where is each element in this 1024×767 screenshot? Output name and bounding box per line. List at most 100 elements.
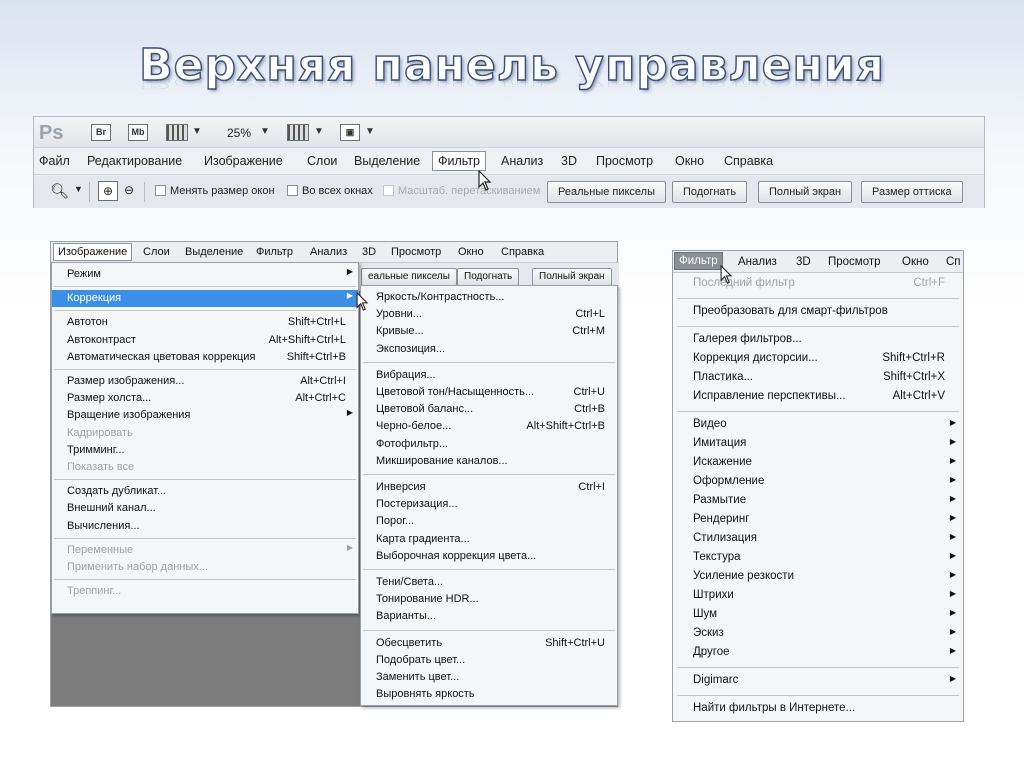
menu-item[interactable]: Шум ▶	[673, 606, 963, 624]
menu-item[interactable]: Усиление резкости ▶	[673, 568, 963, 586]
menu-view[interactable]: Просмотр	[828, 256, 881, 268]
menu-item[interactable]: Тримминг...	[52, 442, 358, 459]
arrange-documents-icon[interactable]	[287, 124, 309, 141]
menu-item[interactable]: Digimarc ▶	[673, 672, 963, 690]
menu-select[interactable]: Выделение	[185, 246, 243, 258]
menu-item[interactable]: Искажение ▶	[673, 454, 963, 472]
menu-item[interactable]: Размер холста... Alt+Ctrl+C	[52, 390, 358, 407]
menu-item[interactable]: Найти фильтры в Интернете...	[673, 700, 963, 718]
chevron-down-icon[interactable]: ▼	[192, 126, 202, 137]
actual-pixels-button[interactable]: еальные пикселы	[361, 268, 457, 286]
menu-edit[interactable]: Редактирование	[87, 154, 182, 168]
menu-window[interactable]: Окно	[902, 256, 929, 268]
zoom-in-icon[interactable]: ⊕	[98, 181, 118, 201]
menu-item[interactable]: Автотон Shift+Ctrl+L	[52, 314, 358, 331]
menu-item[interactable]: Карта градиента...	[361, 531, 617, 548]
menu-3d[interactable]: 3D	[362, 246, 376, 258]
menu-window[interactable]: Окно	[458, 246, 484, 258]
screen-mode-icon[interactable]: ▣	[340, 124, 360, 141]
menu-item[interactable]: Микширование каналов...	[361, 453, 617, 470]
menu-item[interactable]: Размер изображения... Alt+Ctrl+I	[52, 373, 358, 390]
menu-select[interactable]: Выделение	[354, 154, 420, 168]
menu-item[interactable]: Имитация ▶	[673, 435, 963, 453]
menu-item[interactable]: Подобрать цвет...	[361, 652, 617, 669]
menu-item[interactable]: Обесцветить Shift+Ctrl+U	[361, 635, 617, 652]
menu-analysis[interactable]: Анализ	[310, 246, 347, 258]
menu-help[interactable]: Справка	[724, 154, 773, 168]
menu-image[interactable]: Изображение	[204, 154, 283, 168]
menu-item[interactable]: Цветовой тон/Насыщенность... Ctrl+U	[361, 384, 617, 401]
menu-item[interactable]: Видео ▶	[673, 416, 963, 434]
menu-item[interactable]: Инверсия Ctrl+I	[361, 479, 617, 496]
menu-filter[interactable]: Фильтр	[432, 151, 486, 171]
menu-item[interactable]: Вращение изображения ▶	[52, 407, 358, 424]
menu-item[interactable]: Уровни... Ctrl+L	[361, 306, 617, 323]
menu-filter[interactable]: Фильтр	[674, 252, 723, 270]
menu-item[interactable]: Автоконтраст Alt+Shift+Ctrl+L	[52, 332, 358, 349]
chevron-down-icon[interactable]: ▼	[260, 126, 270, 137]
menu-item[interactable]: Тени/Света...	[361, 574, 617, 591]
menu-item[interactable]: Выборочная коррекция цвета...	[361, 548, 617, 565]
menu-filter[interactable]: Фильтр	[256, 246, 293, 258]
menu-analysis[interactable]: Анализ	[738, 256, 777, 268]
full-screen-button[interactable]: Полный экран	[758, 181, 853, 203]
zoom-level[interactable]: 25%	[227, 126, 251, 140]
zoom-tool-icon[interactable]: 🔍︎	[50, 182, 69, 200]
menu-analysis[interactable]: Анализ	[501, 154, 543, 168]
chevron-down-icon[interactable]: ▼	[74, 184, 83, 194]
menu-3d[interactable]: 3D	[561, 154, 577, 168]
menu-item[interactable]: Текстура ▶	[673, 549, 963, 567]
scrubby-zoom-checkbox[interactable]: Масштаб. перетаскиванием	[383, 185, 540, 197]
menu-item[interactable]: Штрихи ▶	[673, 587, 963, 605]
full-screen-button[interactable]: Полный экран	[532, 268, 612, 286]
fit-screen-button[interactable]: Подогнать	[457, 268, 520, 286]
menu-item[interactable]: Черно-белое... Alt+Shift+Ctrl+B	[361, 418, 617, 435]
menu-item[interactable]: Выровнять яркость	[361, 686, 617, 703]
menu-item[interactable]: Вибрация...	[361, 367, 617, 384]
chevron-down-icon[interactable]: ▼	[365, 126, 375, 137]
menu-item[interactable]: Вычисления...	[52, 518, 358, 535]
menu-item[interactable]: Эскиз ▶	[673, 625, 963, 643]
actual-pixels-button[interactable]: Реальные пикселы	[547, 181, 667, 203]
menu-item[interactable]: Размытие ▶	[673, 492, 963, 510]
menu-item[interactable]: Стилизация ▶	[673, 530, 963, 548]
all-windows-checkbox[interactable]: Во всех окнах	[287, 185, 373, 197]
chevron-down-icon[interactable]: ▼	[314, 126, 324, 137]
bridge-button[interactable]: Br	[91, 124, 111, 141]
menu-item[interactable]: Исправление перспективы... Alt+Ctrl+V	[673, 388, 963, 406]
menu-item[interactable]: Режим ▶	[52, 266, 358, 283]
menu-item[interactable]: Экспозиция...	[361, 341, 617, 358]
menu-item[interactable]: Внешний канал...	[52, 500, 358, 517]
resize-windows-checkbox[interactable]: Менять размер окон	[155, 185, 275, 197]
print-size-button[interactable]: Размер оттиска	[861, 181, 963, 203]
menu-item[interactable]: Автоматическая цветовая коррекция Shift+C…	[52, 349, 358, 366]
menu-file[interactable]: Файл	[39, 154, 70, 168]
menu-view[interactable]: Просмотр	[596, 154, 653, 168]
menu-view[interactable]: Просмотр	[391, 246, 441, 258]
menu-item[interactable]: Тонирование HDR...	[361, 591, 617, 608]
zoom-out-icon[interactable]: ⊖	[120, 181, 138, 201]
menu-item[interactable]: Пластика... Shift+Ctrl+X	[673, 369, 963, 387]
menu-image[interactable]: Изображение	[53, 243, 133, 261]
menu-window[interactable]: Окно	[675, 154, 704, 168]
mini-bridge-button[interactable]: Mb	[128, 124, 148, 141]
menu-3d[interactable]: 3D	[796, 256, 811, 268]
fit-screen-button[interactable]: Подогнать	[672, 181, 748, 203]
menu-help[interactable]: Сп	[946, 256, 961, 268]
menu-item[interactable]: Постеризация...	[361, 496, 617, 513]
menu-item[interactable]: Коррекция дисторсии... Shift+Ctrl+R	[673, 350, 963, 368]
menu-item[interactable]: Преобразовать для смарт-фильтров	[673, 303, 963, 321]
menu-item[interactable]: Коррекция ▶	[52, 290, 358, 308]
menu-item[interactable]: Заменить цвет...	[361, 669, 617, 686]
menu-help[interactable]: Справка	[501, 246, 544, 258]
menu-item[interactable]: Порог...	[361, 513, 617, 530]
menu-item[interactable]: Галерея фильтров...	[673, 331, 963, 349]
menu-item[interactable]: Другое ▶	[673, 644, 963, 662]
menu-item[interactable]: Создать дубликат...	[52, 483, 358, 500]
menu-item[interactable]: Цветовой баланс... Ctrl+B	[361, 401, 617, 418]
menu-item[interactable]: Оформление ▶	[673, 473, 963, 491]
extras-icon[interactable]	[166, 124, 188, 141]
menu-item[interactable]: Кривые... Ctrl+M	[361, 323, 617, 340]
menu-item[interactable]: Яркость/Контрастность...	[361, 289, 617, 306]
menu-layers[interactable]: Слои	[307, 154, 337, 168]
